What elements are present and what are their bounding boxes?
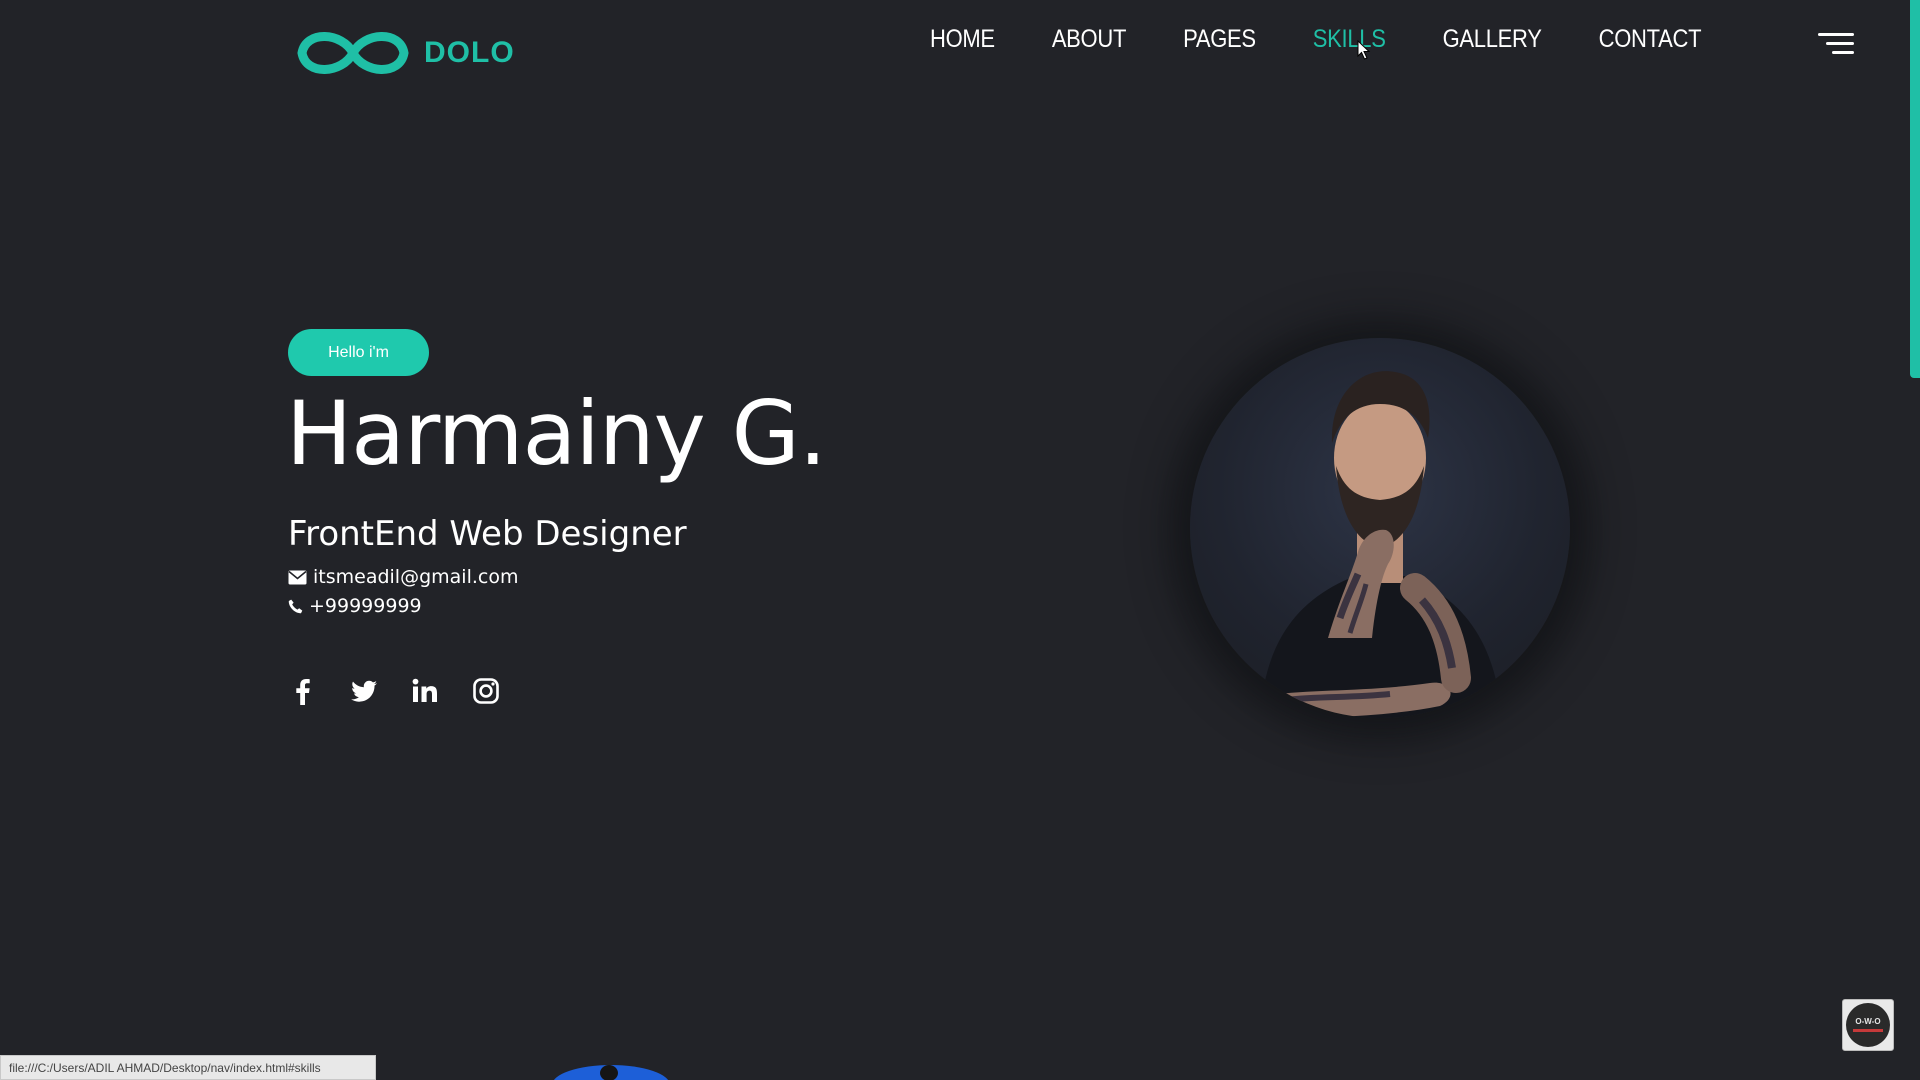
brand-name: DOLO — [424, 36, 515, 69]
contact-email: itsmeadil@gmail.com — [288, 566, 518, 588]
nav-home[interactable]: HOME — [930, 24, 995, 53]
nav-gallery[interactable]: GALLERY — [1443, 24, 1542, 53]
contact-phone: +99999999 — [288, 595, 422, 617]
channel-watermark-icon: O-W-O — [1842, 999, 1894, 1051]
linkedin-icon[interactable] — [410, 676, 440, 706]
instagram-icon[interactable] — [471, 676, 501, 706]
hamburger-menu-icon[interactable] — [1818, 33, 1854, 55]
main-nav: HOME ABOUT PAGES SKILLS GALLERY CONTACT — [930, 24, 1702, 53]
nav-about[interactable]: ABOUT — [1052, 24, 1127, 53]
hello-badge: Hello i'm — [288, 329, 429, 376]
nav-contact[interactable]: CONTACT — [1599, 24, 1702, 53]
portrait-photo — [1190, 338, 1570, 718]
next-section-preview — [552, 1065, 670, 1080]
nav-pages[interactable]: PAGES — [1183, 24, 1256, 53]
page: DOLO HOME ABOUT PAGES SKILLS GALLERY CON… — [0, 0, 1920, 1080]
hero-role: FrontEnd Web Designer — [288, 514, 687, 554]
mouse-cursor-icon — [1357, 40, 1371, 60]
twitter-icon[interactable] — [349, 676, 379, 706]
status-url: file:///C:/Users/ADIL AHMAD/Desktop/nav/… — [9, 1060, 321, 1075]
phone-icon — [288, 599, 303, 613]
social-links — [288, 676, 532, 706]
logo[interactable]: DOLO — [292, 20, 515, 86]
email-text[interactable]: itsmeadil@gmail.com — [313, 566, 518, 588]
browser-status-bar: file:///C:/Users/ADIL AHMAD/Desktop/nav/… — [0, 1055, 376, 1080]
envelope-icon — [288, 570, 307, 584]
phone-text[interactable]: +99999999 — [309, 595, 422, 617]
hero-name: Harmainy G. — [286, 382, 827, 485]
scroll-indicator[interactable] — [1910, 0, 1920, 378]
facebook-icon[interactable] — [288, 676, 318, 706]
infinity-icon — [297, 32, 409, 74]
nav-skills[interactable]: SKILLS — [1313, 24, 1386, 53]
